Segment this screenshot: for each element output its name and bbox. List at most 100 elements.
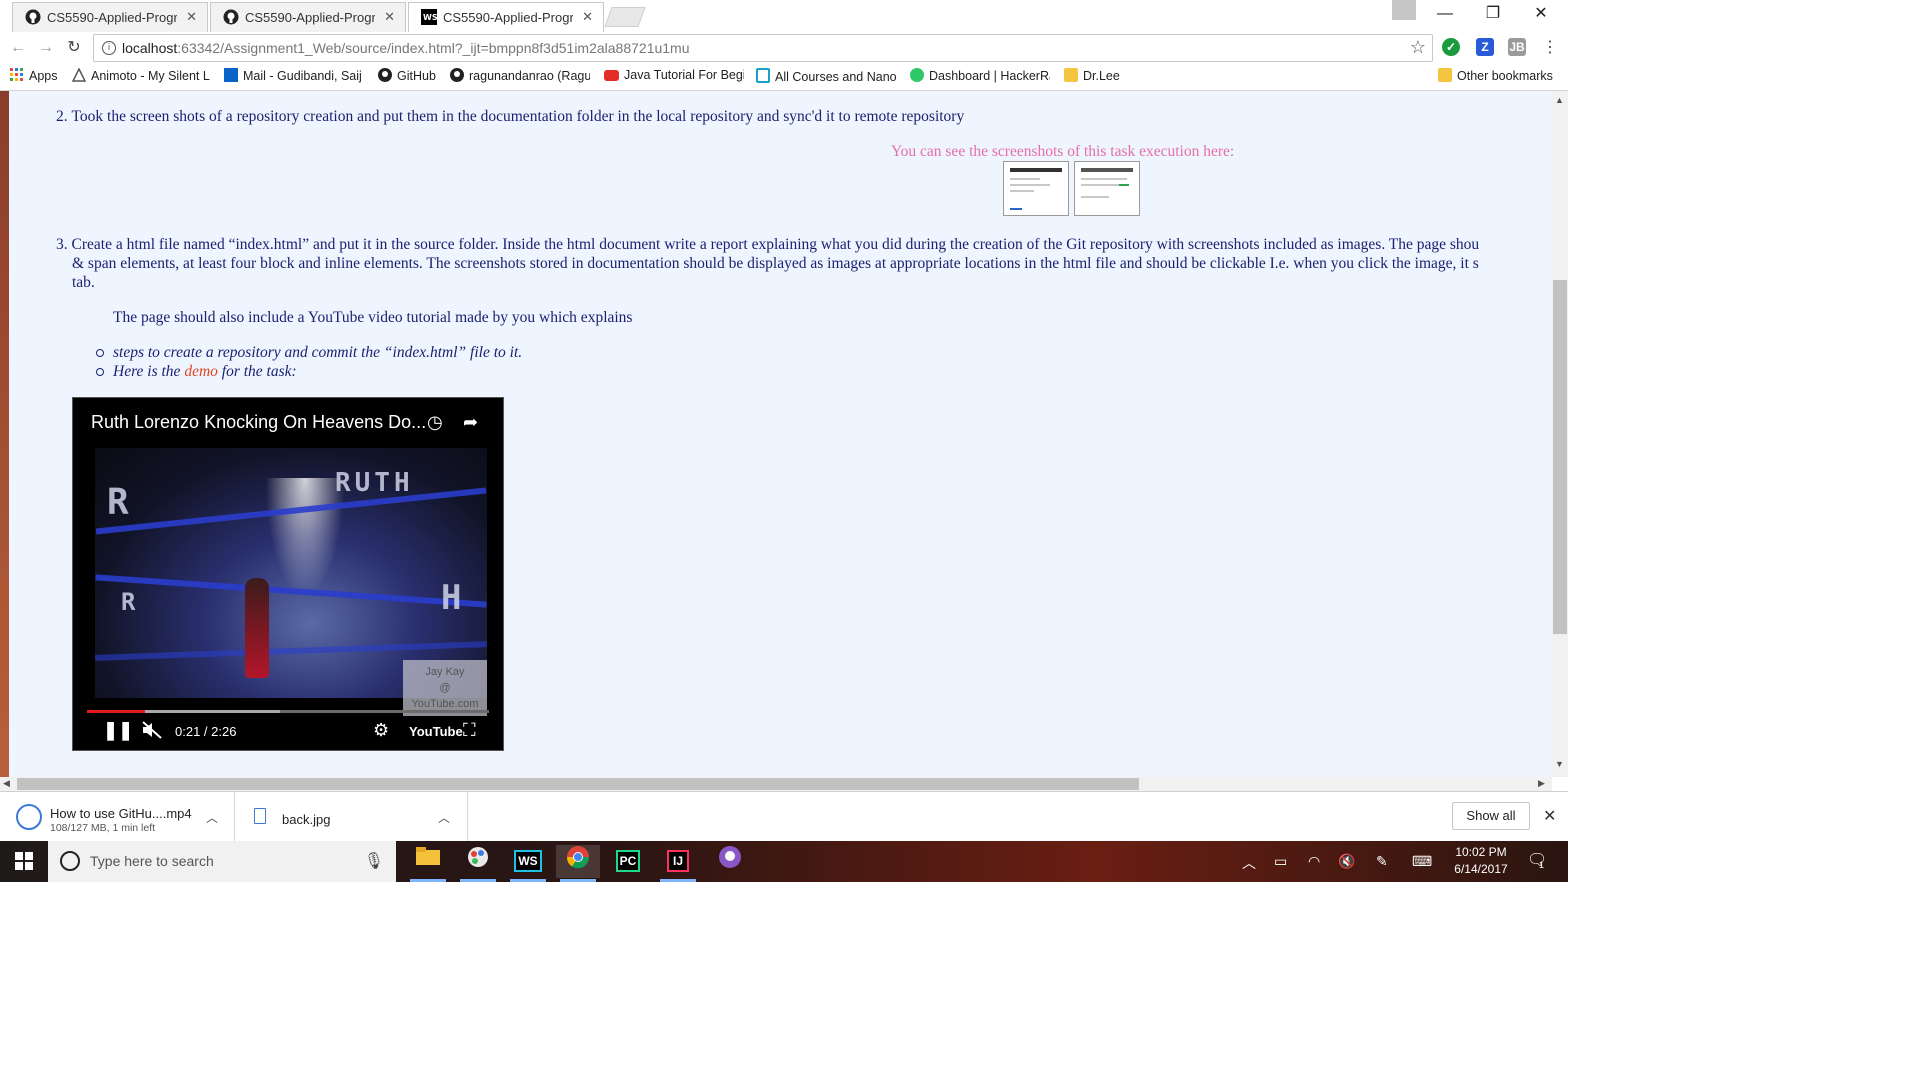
bookmark-github[interactable]: GitHub bbox=[378, 68, 436, 83]
jetbrains-extension-icon[interactable]: JB bbox=[1508, 38, 1526, 56]
intellij-icon[interactable]: IJ bbox=[656, 845, 700, 882]
vertical-scroll-thumb[interactable] bbox=[1553, 280, 1567, 634]
bookmark-ragunandanrao[interactable]: ragunandanrao (Ragu bbox=[450, 68, 590, 83]
close-icon[interactable]: ✕ bbox=[1543, 806, 1556, 826]
keyboard-icon[interactable]: ⌨ bbox=[1412, 853, 1432, 870]
browser-toolbar: ← → ↻ i localhost:63342/Assignment1_Web/… bbox=[0, 32, 1568, 64]
scroll-right-icon[interactable]: ▶ bbox=[1538, 778, 1545, 789]
webstorm-icon[interactable]: WS bbox=[506, 845, 550, 882]
taskbar-clock[interactable]: 10:02 PM 6/14/2017 bbox=[1448, 844, 1514, 878]
share-icon[interactable]: ➦ bbox=[463, 412, 478, 433]
minimize-icon[interactable]: — bbox=[1422, 0, 1468, 30]
bookmark-star-icon[interactable]: ☆ bbox=[1410, 37, 1426, 58]
list-item-3-line: & span elements, at least four block and… bbox=[72, 255, 1479, 272]
profile-icon[interactable] bbox=[1392, 0, 1416, 20]
demo-link[interactable]: demo bbox=[184, 363, 218, 380]
back-icon[interactable]: ← bbox=[8, 38, 28, 58]
cortana-icon bbox=[60, 851, 80, 871]
browser-tab-active[interactable]: WS CS5590-Applied-Program ✕ bbox=[408, 2, 604, 32]
youtube-logo-icon[interactable]: YouTube bbox=[409, 724, 463, 739]
browser-tab[interactable]: CS5590-Applied-Program ✕ bbox=[210, 2, 406, 32]
forward-icon[interactable]: → bbox=[36, 38, 56, 58]
download-shelf: How to use GitHu....mp4 108/127 MB, 1 mi… bbox=[0, 791, 1568, 842]
apps-grid-icon bbox=[10, 68, 24, 82]
wifi-icon[interactable]: ◠ bbox=[1308, 853, 1320, 870]
restore-icon[interactable]: ❐ bbox=[1470, 0, 1516, 30]
video-title[interactable]: Ruth Lorenzo Knocking On Heavens Do... bbox=[91, 412, 426, 433]
scroll-down-icon[interactable]: ▼ bbox=[1555, 759, 1564, 769]
scroll-left-icon[interactable]: ◀ bbox=[3, 778, 10, 789]
download-item[interactable]: back.jpg ︿ bbox=[234, 792, 468, 842]
download-filename: back.jpg bbox=[282, 812, 331, 827]
horizontal-scroll-thumb[interactable] bbox=[17, 778, 1139, 790]
github-icon bbox=[378, 68, 392, 82]
other-bookmarks[interactable]: Other bookmarks bbox=[1438, 68, 1553, 83]
chrome-icon[interactable] bbox=[556, 845, 600, 882]
scroll-up-icon[interactable]: ▲ bbox=[1555, 95, 1564, 105]
chevron-up-icon[interactable]: ︿ bbox=[1242, 853, 1256, 873]
chevron-up-icon[interactable]: ︿ bbox=[438, 809, 450, 826]
chevron-up-icon[interactable]: ︿ bbox=[206, 809, 218, 826]
bookmark-hackerrank[interactable]: Dashboard | HackerRa bbox=[910, 68, 1050, 83]
horizontal-scrollbar[interactable]: ◀ ▶ bbox=[0, 777, 1552, 791]
reload-icon[interactable]: ↻ bbox=[64, 38, 84, 58]
new-tab-button[interactable] bbox=[604, 7, 646, 27]
microphone-icon[interactable]: 🎙 bbox=[364, 851, 384, 871]
file-explorer-icon[interactable] bbox=[406, 845, 450, 882]
notification-icon[interactable]: 🗨 1 bbox=[1527, 850, 1547, 870]
check-extension-icon[interactable]: ✓ bbox=[1442, 38, 1460, 56]
github-icon bbox=[450, 68, 464, 82]
pen-icon[interactable]: ✎ bbox=[1376, 853, 1388, 870]
bookmark-animoto[interactable]: Animoto - My Silent L bbox=[72, 68, 210, 83]
bookmark-java-tutorial[interactable]: Java Tutorial For Begi bbox=[604, 68, 744, 82]
volume-muted-icon[interactable]: 🔇 bbox=[1338, 853, 1355, 870]
browser-tab[interactable]: CS5590-Applied-Program ✕ bbox=[12, 2, 208, 32]
windows-taskbar: Type here to search 🎙 WS PC IJ ︿ ▭ ◠ 🔇 ✎… bbox=[0, 841, 1568, 882]
download-filename: How to use GitHu....mp4 bbox=[50, 806, 192, 821]
windows-start-icon[interactable] bbox=[0, 841, 48, 882]
stage-text: H bbox=[441, 578, 466, 618]
settings-gear-icon[interactable]: ⚙ bbox=[373, 720, 389, 741]
vertical-scrollbar[interactable]: ▲ ▼ bbox=[1552, 91, 1568, 777]
battery-icon[interactable]: ▭ bbox=[1274, 853, 1287, 870]
close-icon[interactable]: ✕ bbox=[384, 9, 395, 25]
screenshot-thumbnail[interactable] bbox=[1003, 161, 1069, 216]
github-desktop-icon[interactable] bbox=[708, 845, 752, 878]
close-icon[interactable]: ✕ bbox=[186, 9, 197, 25]
download-status: 108/127 MB, 1 min left bbox=[50, 822, 156, 834]
screenshot-thumbnail[interactable] bbox=[1074, 161, 1140, 216]
video-watermark: Jay Kay @ YouTube.com bbox=[403, 660, 487, 716]
github-icon bbox=[25, 9, 41, 25]
animoto-icon bbox=[72, 68, 87, 82]
outlook-icon bbox=[224, 68, 238, 82]
paint-icon[interactable] bbox=[456, 845, 500, 882]
pycharm-icon[interactable]: PC bbox=[606, 845, 650, 878]
bookmark-mail[interactable]: Mail - Gudibandi, Saij bbox=[224, 68, 364, 83]
url-text[interactable]: localhost:63342/Assignment1_Web/source/i… bbox=[122, 40, 690, 56]
stage-text: RUTH bbox=[335, 468, 414, 498]
fullscreen-icon[interactable]: ⛶ bbox=[463, 720, 476, 741]
z-extension-icon[interactable]: Z bbox=[1476, 38, 1494, 56]
pause-icon[interactable]: ❚❚ bbox=[103, 720, 133, 741]
close-window-icon[interactable]: ✕ bbox=[1518, 0, 1564, 30]
taskbar-search[interactable]: Type here to search 🎙 bbox=[48, 841, 396, 882]
hackerrank-icon bbox=[910, 68, 924, 82]
download-item[interactable]: How to use GitHu....mp4 108/127 MB, 1 mi… bbox=[0, 792, 235, 842]
youtube-icon bbox=[604, 70, 619, 81]
bullet-icon bbox=[96, 368, 104, 376]
bookmark-udacity[interactable]: All Courses and Nano bbox=[756, 68, 896, 84]
info-icon[interactable]: i bbox=[102, 41, 116, 55]
address-bar[interactable]: i localhost:63342/Assignment1_Web/source… bbox=[93, 34, 1433, 62]
list-item-3: 3. Create a html file named “index.html”… bbox=[56, 236, 1480, 253]
list-item-3-line: tab. bbox=[72, 274, 95, 291]
screenshots-caption: You can see the screenshots of this task… bbox=[891, 143, 1235, 160]
watch-later-icon[interactable]: ◷ bbox=[427, 412, 443, 433]
show-all-button[interactable]: Show all bbox=[1452, 802, 1530, 830]
close-icon[interactable]: ✕ bbox=[582, 9, 593, 25]
mute-icon[interactable] bbox=[141, 720, 163, 745]
bookmark-apps[interactable]: Apps bbox=[10, 68, 58, 83]
folder-icon bbox=[1064, 68, 1078, 82]
menu-icon[interactable]: ⋮ bbox=[1540, 38, 1560, 58]
bookmark-drlee[interactable]: Dr.Lee bbox=[1064, 68, 1120, 83]
youtube-video-player[interactable]: RUTH R R H Jay Kay @ YouTube.com Ruth Lo… bbox=[72, 397, 504, 751]
